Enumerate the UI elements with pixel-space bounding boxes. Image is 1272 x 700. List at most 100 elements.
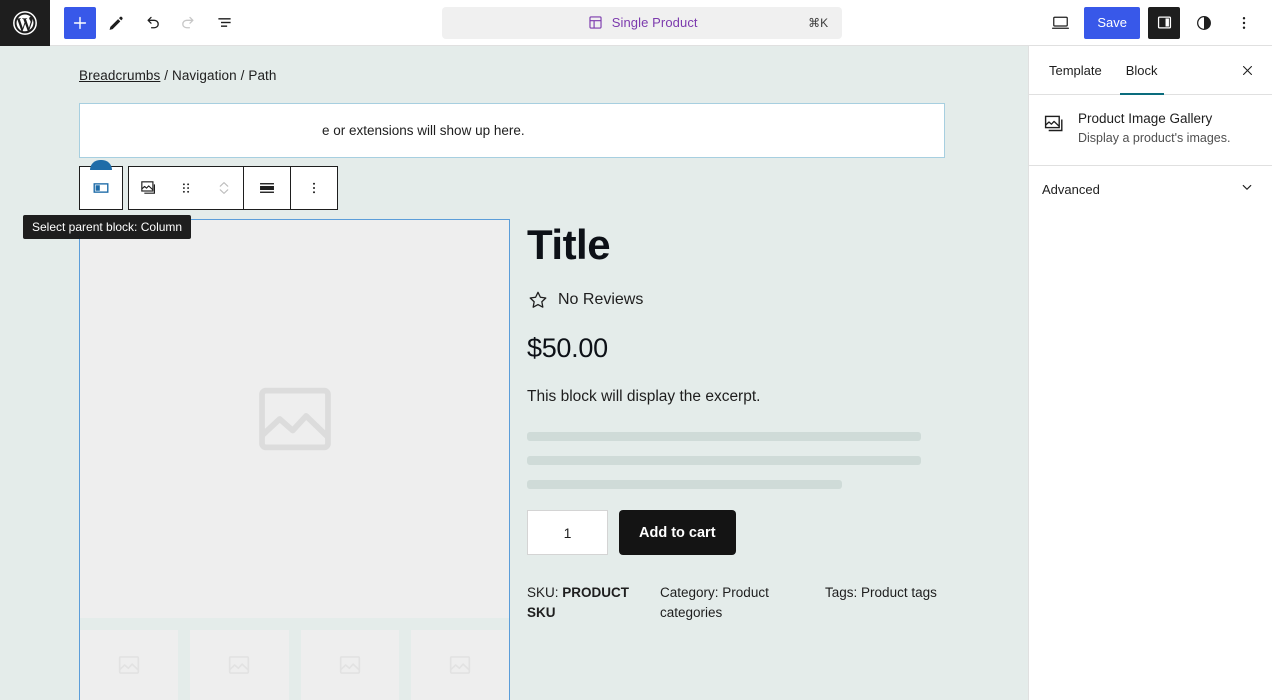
select-parent-block-button[interactable] — [79, 166, 123, 210]
editor-header: Single Product ⌘K Save — [0, 0, 1272, 46]
editor-canvas: Breadcrumbs / Navigation / Path e or ext… — [0, 46, 1028, 700]
block-toolbar-segment-block — [129, 167, 243, 209]
image-placeholder-icon — [226, 652, 252, 678]
chevron-down-icon — [1238, 178, 1256, 201]
block-type-button[interactable] — [129, 167, 167, 209]
product-meta-sku-label: SKU: — [527, 585, 559, 600]
quantity-input[interactable] — [527, 510, 608, 555]
command-bar-inner: Single Product — [587, 14, 698, 31]
block-toolbar-segment-align — [244, 167, 290, 209]
pencil-icon — [106, 13, 126, 33]
header-left-tools — [50, 7, 240, 39]
align-full-width-icon — [256, 177, 278, 199]
undo-icon — [142, 12, 163, 33]
more-vertical-icon — [305, 179, 323, 197]
product-title[interactable]: Title — [527, 223, 945, 267]
close-sidebar-button[interactable] — [1232, 55, 1262, 85]
template-icon — [587, 14, 604, 31]
product-meta: SKU: PRODUCT SKU Category: Product categ… — [527, 583, 945, 624]
star-outline-icon — [527, 289, 549, 311]
store-notices-text: e or extensions will show up here. — [80, 123, 525, 138]
image-placeholder-icon — [447, 652, 473, 678]
align-button[interactable] — [244, 167, 290, 209]
settings-sidebar: Template Block Product Ima — [1028, 46, 1272, 700]
sidebar-block-card: Product Image Gallery Display a product'… — [1029, 95, 1272, 166]
product-meta-category: Category: Product categories — [660, 583, 825, 624]
list-view-button[interactable] — [208, 7, 240, 39]
product-image-gallery-icon — [1042, 112, 1066, 136]
panel-advanced[interactable]: Advanced — [1029, 166, 1272, 214]
parent-block-tooltip: Select parent block: Column — [23, 215, 191, 239]
close-icon — [1239, 62, 1256, 79]
product-rating[interactable]: No Reviews — [527, 289, 945, 311]
tab-block[interactable]: Block — [1114, 46, 1170, 94]
breadcrumb-item-breadcrumbs[interactable]: Breadcrumbs — [79, 68, 160, 83]
product-excerpt[interactable]: This block will display the excerpt. — [527, 388, 945, 406]
breadcrumb-item-navigation[interactable]: Navigation — [172, 68, 237, 83]
device-preview-button[interactable] — [1044, 7, 1076, 39]
undo-button[interactable] — [136, 7, 168, 39]
product-image-gallery-block[interactable] — [79, 219, 510, 700]
command-bar-label: Single Product — [612, 15, 698, 30]
sidebar-tabs: Template Block — [1029, 46, 1272, 95]
more-options-button[interactable] — [1228, 7, 1260, 39]
gallery-thumbnail[interactable] — [80, 630, 178, 700]
breadcrumb-separator-2: / — [241, 68, 245, 83]
drag-handle-icon — [177, 179, 195, 197]
product-layout: Title No Reviews $50.00 This block will … — [79, 219, 945, 700]
product-meta-tags-label: Tags: — [825, 585, 857, 600]
gallery-thumbnails — [80, 618, 509, 700]
block-options-button[interactable] — [291, 167, 337, 209]
add-to-cart-button[interactable]: Add to cart — [619, 510, 736, 555]
more-vertical-icon — [1234, 13, 1254, 33]
image-placeholder-icon — [249, 373, 341, 465]
gallery-thumbnail[interactable] — [190, 630, 288, 700]
block-toolbar-segment-options — [291, 167, 337, 209]
header-center: Single Product ⌘K — [240, 7, 1044, 39]
styles-toggle-button[interactable] — [1188, 7, 1220, 39]
product-meta-tags: Tags: Product tags — [825, 583, 945, 624]
editor-body: Breadcrumbs / Navigation / Path e or ext… — [0, 46, 1272, 700]
wordpress-logo[interactable] — [0, 0, 50, 46]
command-bar[interactable]: Single Product ⌘K — [442, 7, 842, 39]
block-toolbar-group — [128, 166, 338, 210]
gallery-main-image[interactable] — [80, 220, 509, 618]
product-meta-category-label: Category: — [660, 585, 719, 600]
product-image-gallery-icon — [138, 178, 158, 198]
column-block-icon — [90, 177, 112, 199]
wordpress-logo-icon — [12, 10, 38, 36]
product-price[interactable]: $50.00 — [527, 333, 945, 364]
edit-tool-button[interactable] — [100, 7, 132, 39]
block-toolbar — [79, 166, 338, 210]
image-placeholder-icon — [337, 652, 363, 678]
gallery-thumbnail[interactable] — [411, 630, 509, 700]
store-notices-block[interactable]: e or extensions will show up here. — [79, 103, 945, 158]
product-meta-tags-value: Product tags — [861, 585, 937, 600]
panel-advanced-label: Advanced — [1042, 182, 1100, 197]
desktop-icon — [1050, 12, 1071, 33]
sidebar-block-description: Display a product's images. — [1078, 130, 1230, 147]
add-block-button[interactable] — [64, 7, 96, 39]
save-button[interactable]: Save — [1084, 7, 1140, 39]
move-up-down-icon — [215, 177, 233, 199]
settings-sidebar-toggle[interactable] — [1148, 7, 1180, 39]
placeholder-bar — [527, 456, 921, 465]
contrast-icon — [1194, 13, 1214, 33]
drag-handle-button[interactable] — [167, 167, 205, 209]
breadcrumb-item-path[interactable]: Path — [248, 68, 276, 83]
sidebar-block-icon-wrap — [1042, 111, 1066, 147]
product-details-column: Title No Reviews $50.00 This block will … — [510, 219, 945, 700]
sidebar-block-name: Product Image Gallery — [1078, 111, 1230, 126]
gallery-thumbnail[interactable] — [301, 630, 399, 700]
redo-icon — [178, 12, 199, 33]
canvas-inner: Breadcrumbs / Navigation / Path e or ext… — [0, 46, 1028, 700]
add-to-cart-form: Add to cart — [527, 510, 945, 555]
tab-template[interactable]: Template — [1037, 46, 1114, 94]
product-meta-sku: SKU: PRODUCT SKU — [527, 583, 660, 624]
plus-icon — [70, 13, 90, 33]
command-bar-shortcut: ⌘K — [808, 16, 828, 30]
placeholder-bar — [527, 432, 921, 441]
breadcrumb: Breadcrumbs / Navigation / Path — [79, 68, 277, 83]
redo-button[interactable] — [172, 7, 204, 39]
move-block-updown-button[interactable] — [205, 167, 243, 209]
